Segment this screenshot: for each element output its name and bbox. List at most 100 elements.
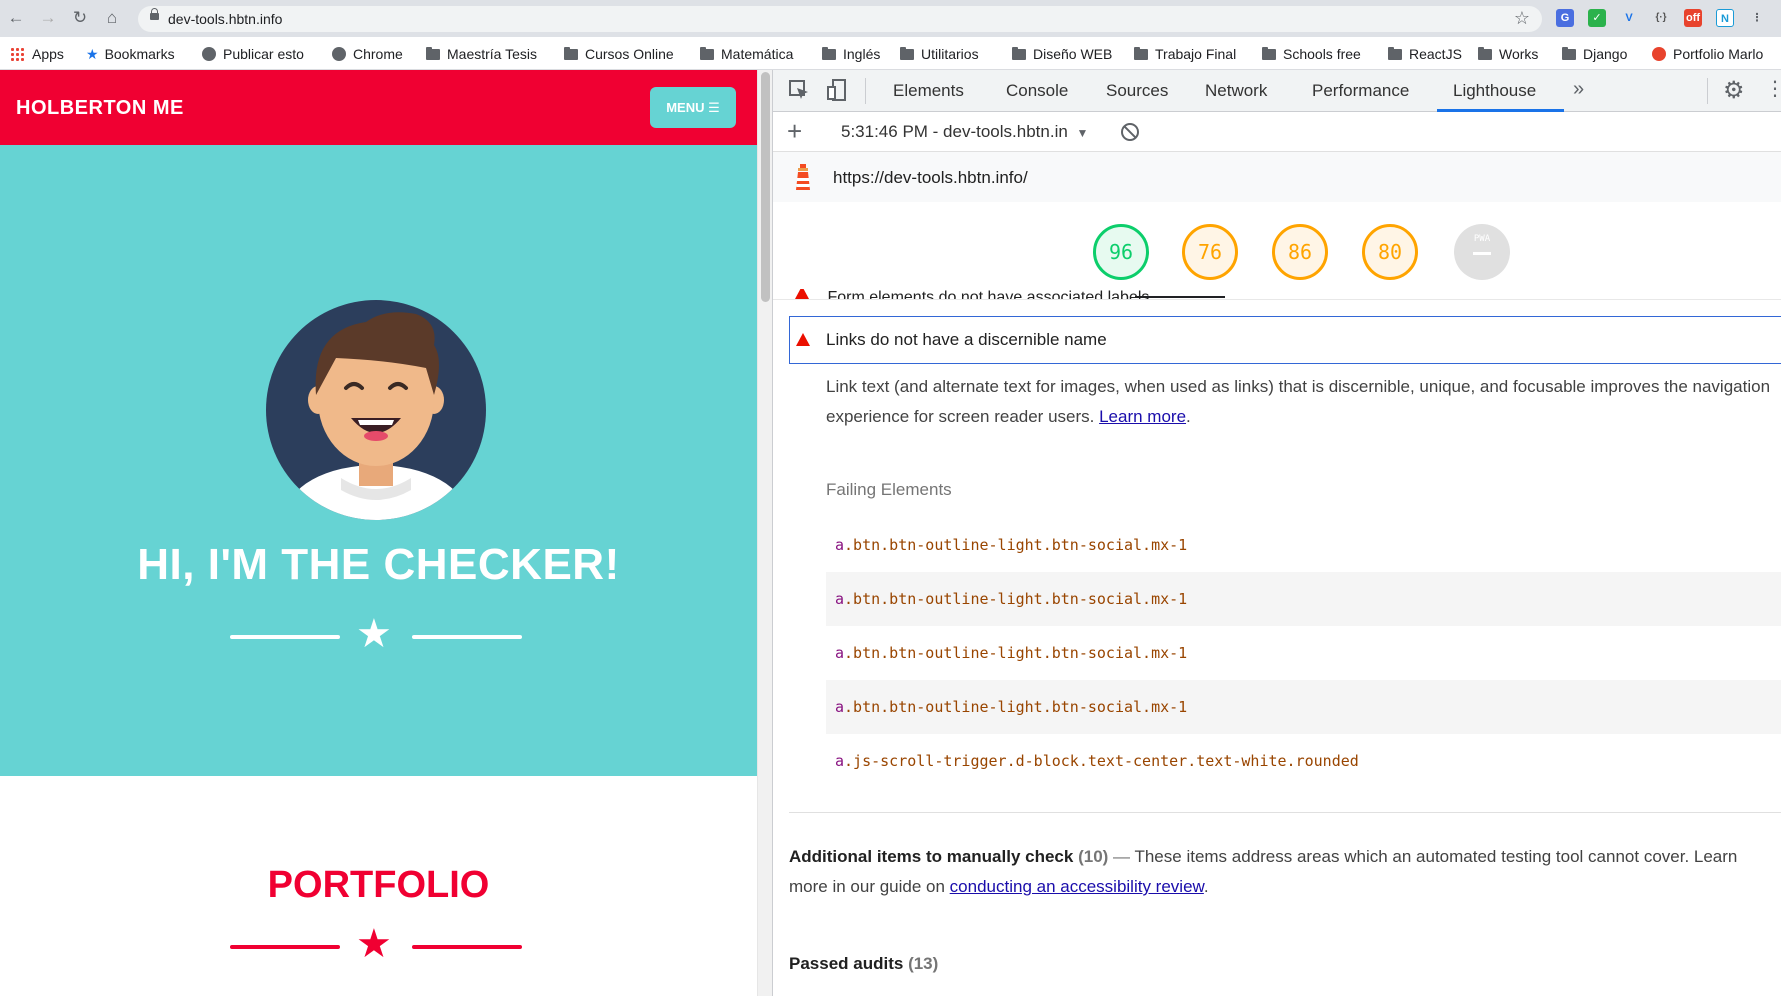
clear-reports-icon[interactable] xyxy=(1121,123,1139,141)
score-gauge-best-practices[interactable]: 86 xyxy=(1272,224,1328,280)
folder-icon xyxy=(1388,47,1402,60)
accessibility-review-link[interactable]: conducting an accessibility review xyxy=(950,877,1204,896)
bookmark-cursos-online[interactable]: Cursos Online xyxy=(564,44,674,64)
bookmark-chrome[interactable]: Chrome xyxy=(332,44,403,64)
vue-extension-icon[interactable]: V xyxy=(1620,9,1638,27)
bookmark-star-icon[interactable]: ☆ xyxy=(1514,8,1530,29)
folder-icon xyxy=(700,47,714,60)
learn-more-link[interactable]: Learn more xyxy=(1099,407,1186,426)
scores-header: 96 76 86 80 PWA xyxy=(773,202,1781,300)
hero-divider: ★ xyxy=(230,614,522,654)
globe-icon xyxy=(202,47,216,61)
failing-element-row[interactable]: a.btn.btn-outline-light.btn-social.mx-1 xyxy=(826,572,1781,626)
audit-description: Link text (and alternate text for images… xyxy=(826,377,1771,426)
json-extension-icon[interactable]: {·} xyxy=(1652,9,1670,27)
score-gauge-performance[interactable]: 96 xyxy=(1093,224,1149,280)
bookmark-reactjs[interactable]: ReactJS xyxy=(1388,44,1462,64)
more-options-icon[interactable]: ⋮ xyxy=(1765,76,1781,101)
bookmark-works[interactable]: Works xyxy=(1478,44,1538,64)
menu-button[interactable]: MENU ☰ xyxy=(650,87,736,128)
folder-icon xyxy=(1134,47,1148,60)
tab-lighthouse[interactable]: Lighthouse xyxy=(1453,81,1536,101)
hero-title: HI, I'M THE CHECKER! xyxy=(137,540,620,589)
home-icon[interactable]: ⌂ xyxy=(102,8,122,28)
device-toolbar-icon[interactable] xyxy=(825,78,849,107)
reload-icon[interactable]: ↻ xyxy=(70,8,90,28)
address-url[interactable]: dev-tools.hbtn.info xyxy=(168,11,282,27)
score-gauge-seo[interactable]: 80 xyxy=(1362,224,1418,280)
tab-performance[interactable]: Performance xyxy=(1312,81,1409,101)
site-brand[interactable]: HOLBERTON ME xyxy=(16,97,184,120)
bookmark-bookmarks[interactable]: ★ Bookmarks xyxy=(86,44,175,64)
avatar-face-icon xyxy=(286,312,466,520)
folder-icon xyxy=(564,47,578,60)
score-gauge-pwa[interactable]: PWA xyxy=(1454,224,1510,280)
passed-audits-section[interactable]: Passed audits (13) xyxy=(789,954,938,974)
failing-element-row[interactable]: a.btn.btn-outline-light.btn-social.mx-1 xyxy=(826,518,1781,572)
additional-items-section[interactable]: Additional items to manually check (10) … xyxy=(789,842,1774,902)
forward-icon[interactable]: → xyxy=(38,8,58,28)
avatar-illustration xyxy=(266,300,486,520)
divider-line xyxy=(230,945,340,949)
menu-extension-icon[interactable]: ⋮ xyxy=(1748,9,1766,27)
additional-items-count: (10) xyxy=(1078,847,1109,866)
failing-element-row[interactable]: a.js-scroll-trigger.d-block.text-center.… xyxy=(826,734,1781,788)
bookmark-django[interactable]: Django xyxy=(1562,44,1627,64)
lock-icon xyxy=(150,8,159,20)
tab-elements[interactable]: Elements xyxy=(893,81,964,101)
off-extension-icon[interactable]: off xyxy=(1684,9,1702,27)
folder-icon xyxy=(426,47,440,60)
failing-element-row[interactable]: a.btn.btn-outline-light.btn-social.mx-1 xyxy=(826,626,1781,680)
additional-items-title: Additional items to manually check xyxy=(789,847,1074,866)
tab-network[interactable]: Network xyxy=(1205,81,1267,101)
globe-icon xyxy=(332,47,346,61)
new-report-plus-icon[interactable]: + xyxy=(787,116,802,146)
address-bar[interactable]: dev-tools.hbtn.info ☆ xyxy=(138,6,1542,32)
devtools-panel: Elements Console Sources Network Perform… xyxy=(772,70,1781,996)
shield-extension-icon[interactable]: ✓ xyxy=(1588,9,1606,27)
more-tabs-icon[interactable]: » xyxy=(1573,78,1584,101)
report-url: https://dev-tools.hbtn.info/ xyxy=(833,168,1028,187)
site-navbar: HOLBERTON ME MENU ☰ xyxy=(0,70,757,145)
fail-triangle-icon xyxy=(795,289,809,299)
portfolio-heading: PORTFOLIO xyxy=(267,864,490,906)
audit-row-cut-off[interactable]: Form elements do not have associated lab… xyxy=(795,289,1149,299)
inspect-element-icon[interactable] xyxy=(787,78,811,107)
report-select[interactable]: 5:31:46 PM - dev-tools.hbtn.in ▼ xyxy=(841,122,1088,142)
bookmark-utilitarios[interactable]: Utilitarios xyxy=(900,44,979,64)
n-extension-icon[interactable]: N xyxy=(1716,9,1734,27)
tab-sources[interactable]: Sources xyxy=(1106,81,1168,101)
lighthouse-logo-icon xyxy=(796,164,810,190)
website-viewport: HOLBERTON ME MENU ☰ HI, I'M THE CHECKER! xyxy=(0,70,757,996)
site-favicon-icon xyxy=(1652,47,1666,61)
settings-gear-icon[interactable]: ⚙ xyxy=(1723,76,1745,105)
bookmark-portfolio-marlo[interactable]: Portfolio Marlo xyxy=(1652,44,1763,64)
tab-console[interactable]: Console xyxy=(1006,81,1068,101)
failing-element-row[interactable]: a.btn.btn-outline-light.btn-social.mx-1 xyxy=(826,680,1781,734)
bookmark-publicar-esto[interactable]: Publicar esto xyxy=(202,44,304,64)
score-gauge-accessibility[interactable]: 76 xyxy=(1182,224,1238,280)
folder-icon xyxy=(1562,47,1576,60)
scrollbar-thumb[interactable] xyxy=(761,72,770,302)
dropdown-arrow-icon: ▼ xyxy=(1076,126,1089,140)
bookmark-matematica[interactable]: Matemática xyxy=(700,44,793,64)
passed-audits-title: Passed audits xyxy=(789,954,904,973)
bookmark-apps[interactable]: Apps xyxy=(10,44,64,64)
translate-extension-icon[interactable]: G xyxy=(1556,9,1574,27)
report-select-value: 5:31:46 PM - dev-tools.hbtn.in xyxy=(841,122,1068,141)
bookmark-maestria-tesis[interactable]: Maestría Tesis xyxy=(426,44,537,64)
apps-grid-icon xyxy=(10,47,24,61)
section-divider xyxy=(789,812,1781,813)
bookmark-diseno-web[interactable]: Diseño WEB xyxy=(1012,44,1112,64)
audit-header-links-name[interactable]: Links do not have a discernible name xyxy=(789,316,1781,364)
divider-line xyxy=(230,635,340,639)
pwa-label: PWA xyxy=(1473,234,1491,244)
back-icon[interactable]: ← xyxy=(6,8,26,28)
star-icon: ★ xyxy=(356,922,392,966)
bookmark-schools-free[interactable]: Schools free xyxy=(1262,44,1361,64)
divider-line xyxy=(412,635,522,639)
bookmark-trabajo-final[interactable]: Trabajo Final xyxy=(1134,44,1236,64)
bookmarks-bar: Apps ★ Bookmarks Publicar esto Chrome Mae… xyxy=(0,37,1781,70)
website-scrollbar[interactable] xyxy=(757,70,772,996)
bookmark-ingles[interactable]: Inglés xyxy=(822,44,880,64)
